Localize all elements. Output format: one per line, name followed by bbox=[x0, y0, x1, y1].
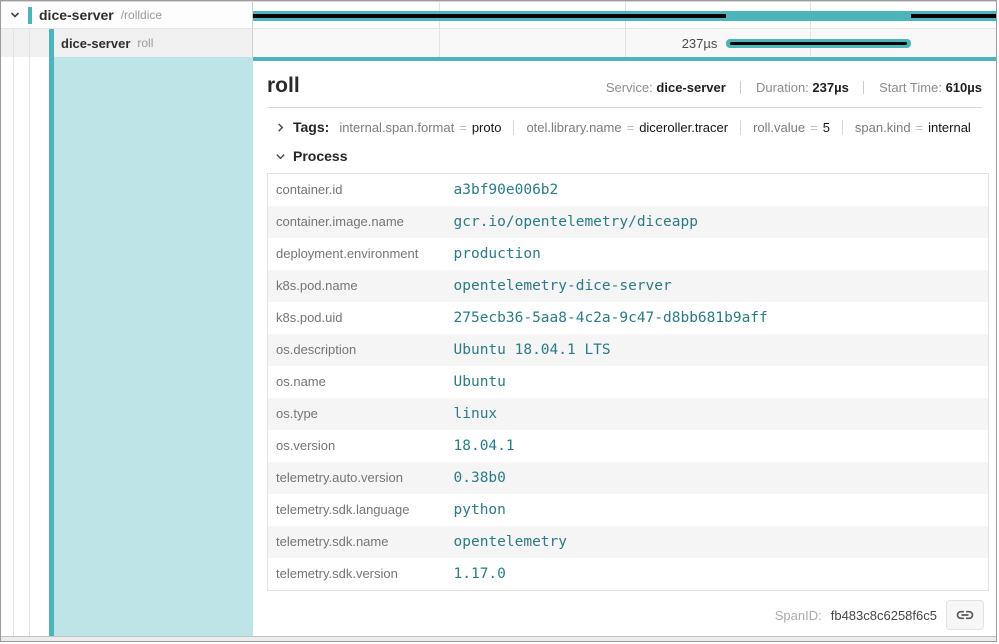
process-row-telemetry.sdk.version[interactable]: telemetry.sdk.version1.17.0 bbox=[268, 558, 989, 591]
service-name: dice-server bbox=[39, 7, 114, 23]
process-value: Ubuntu 18.04.1 LTS bbox=[446, 334, 989, 366]
duration-value: 237µs bbox=[812, 80, 848, 95]
tags-section-header[interactable]: Tags: internal.span.format=proto otel.lib… bbox=[253, 108, 996, 135]
deep-link-button[interactable] bbox=[946, 600, 984, 630]
indent-guide bbox=[13, 57, 14, 636]
process-row-telemetry.sdk.language[interactable]: telemetry.sdk.languagepython bbox=[268, 494, 989, 526]
process-row-container.id[interactable]: container.ida3bf90e006b2 bbox=[268, 174, 989, 207]
span-row-roll[interactable]: dice-server roll 237µs bbox=[1, 29, 996, 57]
span-id-value: fb483c8c6258f6c5 bbox=[831, 608, 937, 623]
bottom-strip bbox=[1, 636, 996, 642]
span-name-cell[interactable]: dice-server /rolldice bbox=[1, 2, 253, 28]
indent-guide bbox=[29, 57, 30, 636]
service-color-bar bbox=[49, 29, 54, 57]
process-value: a3bf90e006b2 bbox=[446, 174, 989, 207]
process-key: os.version bbox=[268, 430, 446, 462]
process-value: 0.38b0 bbox=[446, 462, 989, 494]
process-row-os.version[interactable]: os.version18.04.1 bbox=[268, 430, 989, 462]
process-key: telemetry.auto.version bbox=[268, 462, 446, 494]
duration-label: Duration: bbox=[756, 80, 809, 95]
span-title: roll bbox=[267, 74, 300, 98]
service-name: dice-server bbox=[61, 36, 130, 51]
process-value: 275ecb36-5aa8-4c2a-9c47-d8bb681b9aff bbox=[446, 302, 989, 334]
process-value: production bbox=[446, 238, 989, 270]
process-row-k8s.pod.uid[interactable]: k8s.pod.uid275ecb36-5aa8-4c2a-9c47-d8bb6… bbox=[268, 302, 989, 334]
selected-span-highlight bbox=[54, 57, 253, 636]
indent-guide bbox=[13, 29, 14, 57]
process-key: k8s.pod.name bbox=[268, 270, 446, 302]
chevron-right-icon[interactable] bbox=[275, 122, 286, 133]
critical-path-segment bbox=[730, 42, 907, 45]
critical-path-segment bbox=[253, 14, 726, 18]
process-key: telemetry.sdk.version bbox=[268, 558, 446, 591]
chevron-down-icon[interactable] bbox=[275, 151, 286, 162]
start-time-label: Start Time: bbox=[879, 80, 942, 95]
main-area: roll Service: dice-server Duration: 237µ… bbox=[1, 57, 996, 636]
detail-meta: Service: dice-server Duration: 237µs Sta… bbox=[606, 80, 982, 95]
tag-item-internal.span.format: internal.span.format=proto bbox=[339, 120, 501, 135]
service-color-bar bbox=[28, 7, 32, 24]
process-row-os.name[interactable]: os.nameUbuntu bbox=[268, 366, 989, 398]
process-key: os.name bbox=[268, 366, 446, 398]
tags-list: internal.span.format=proto otel.library.n… bbox=[339, 120, 971, 135]
process-tbody: container.ida3bf90e006b2container.image.… bbox=[268, 174, 989, 591]
process-row-container.image.name[interactable]: container.image.namegcr.io/opentelemetry… bbox=[268, 206, 989, 238]
chevron-down-icon[interactable] bbox=[9, 9, 21, 21]
detail-header: roll Service: dice-server Duration: 237µ… bbox=[253, 61, 996, 98]
timeline-gridline bbox=[625, 29, 626, 57]
span-duration-text: 237µs bbox=[682, 36, 718, 51]
jaeger-trace-detail-view: dice-server /rolldice dice-server roll 2… bbox=[0, 0, 997, 642]
process-table: container.ida3bf90e006b2container.image.… bbox=[267, 173, 989, 591]
process-row-os.description[interactable]: os.descriptionUbuntu 18.04.1 LTS bbox=[268, 334, 989, 366]
process-key: k8s.pod.uid bbox=[268, 302, 446, 334]
meta-divider bbox=[863, 81, 864, 94]
process-row-deployment.environment[interactable]: deployment.environmentproduction bbox=[268, 238, 989, 270]
process-value: opentelemetry bbox=[446, 526, 989, 558]
process-row-os.type[interactable]: os.typelinux bbox=[268, 398, 989, 430]
tags-label: Tags: bbox=[293, 119, 329, 135]
process-key: telemetry.sdk.language bbox=[268, 494, 446, 526]
detail-footer: SpanID: fb483c8c6258f6c5 bbox=[267, 600, 984, 630]
span-detail-panel: roll Service: dice-server Duration: 237µ… bbox=[253, 57, 996, 636]
process-key: os.description bbox=[268, 334, 446, 366]
link-icon bbox=[955, 605, 975, 625]
process-key: os.type bbox=[268, 398, 446, 430]
process-label: Process bbox=[293, 148, 347, 164]
operation-name: /rolldice bbox=[121, 8, 162, 22]
span-id-label: SpanID: bbox=[775, 608, 822, 623]
process-key: deployment.environment bbox=[268, 238, 446, 270]
process-section-header[interactable]: Process bbox=[253, 135, 996, 173]
critical-path-segment bbox=[911, 14, 996, 18]
process-row-k8s.pod.name[interactable]: k8s.pod.nameopentelemetry-dice-server bbox=[268, 270, 989, 302]
indent-guide bbox=[29, 29, 30, 57]
process-value: Ubuntu bbox=[446, 366, 989, 398]
tag-item-otel.library.name: otel.library.name=diceroller.tracer bbox=[513, 120, 728, 135]
operation-name: roll bbox=[137, 36, 153, 50]
process-key: container.id bbox=[268, 174, 446, 207]
process-value: python bbox=[446, 494, 989, 526]
timeline-cell-rolldice[interactable] bbox=[253, 2, 996, 28]
span-rows: dice-server /rolldice dice-server roll 2… bbox=[1, 1, 996, 57]
span-name-cell[interactable]: dice-server roll bbox=[1, 29, 253, 57]
meta-divider bbox=[740, 81, 741, 94]
span-row-rolldice[interactable]: dice-server /rolldice bbox=[1, 1, 996, 29]
timeline-cell-roll[interactable]: 237µs bbox=[253, 29, 996, 57]
timeline-gridline bbox=[439, 29, 440, 57]
process-key: container.image.name bbox=[268, 206, 446, 238]
service-value: dice-server bbox=[656, 80, 725, 95]
service-label: Service: bbox=[606, 80, 653, 95]
start-time-value: 610µs bbox=[946, 80, 982, 95]
process-key: telemetry.sdk.name bbox=[268, 526, 446, 558]
tag-item-span.kind: span.kind=internal bbox=[842, 120, 971, 135]
process-value: 1.17.0 bbox=[446, 558, 989, 591]
process-value: linux bbox=[446, 398, 989, 430]
process-row-telemetry.auto.version[interactable]: telemetry.auto.version0.38b0 bbox=[268, 462, 989, 494]
process-value: opentelemetry-dice-server bbox=[446, 270, 989, 302]
process-value: 18.04.1 bbox=[446, 430, 989, 462]
tag-item-roll.value: roll.value=5 bbox=[740, 120, 830, 135]
process-value: gcr.io/opentelemetry/diceapp bbox=[446, 206, 989, 238]
process-row-telemetry.sdk.name[interactable]: telemetry.sdk.nameopentelemetry bbox=[268, 526, 989, 558]
selected-span-indent-column bbox=[1, 57, 253, 636]
